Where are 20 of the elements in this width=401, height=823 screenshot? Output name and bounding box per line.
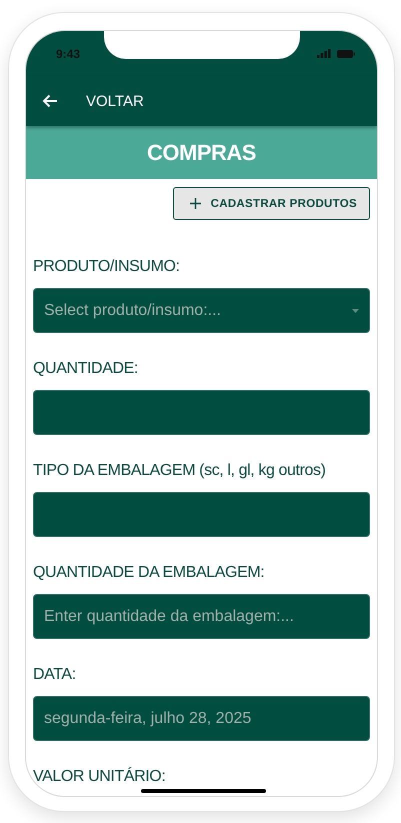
field-label: PRODUTO/INSUMO: — [33, 257, 180, 277]
date-field[interactable]: segunda-feira, julho 28, 2025 — [33, 696, 370, 741]
back-arrow-icon — [42, 94, 58, 108]
caret-icon — [352, 308, 359, 312]
status-time: 9:43 — [56, 46, 80, 60]
page-title: COMPRAS — [147, 140, 256, 166]
field-label: QUANTIDADE DA EMBALAGEM: — [33, 563, 264, 583]
battery-icon — [337, 50, 355, 58]
plus-icon — [190, 198, 201, 209]
signal-icon — [317, 49, 331, 58]
input-field[interactable]: Enter quantidade da embalagem:... — [33, 594, 370, 639]
back-button[interactable]: VOLTAR — [42, 92, 144, 110]
input-field[interactable] — [33, 492, 370, 537]
field-label: VALOR UNITÁRIO: — [33, 766, 166, 787]
field-label: DATA: — [33, 665, 76, 685]
field-label: TIPO DA EMBALAGEM (sc, l, gl, kg outros) — [33, 461, 326, 481]
input-field[interactable] — [33, 390, 370, 435]
select-field[interactable]: Select produto/insumo:... — [33, 288, 370, 333]
add-products-button[interactable]: CADASTRAR PRODUTOS — [172, 187, 370, 220]
field-label: QUANTIDADE: — [33, 359, 138, 379]
